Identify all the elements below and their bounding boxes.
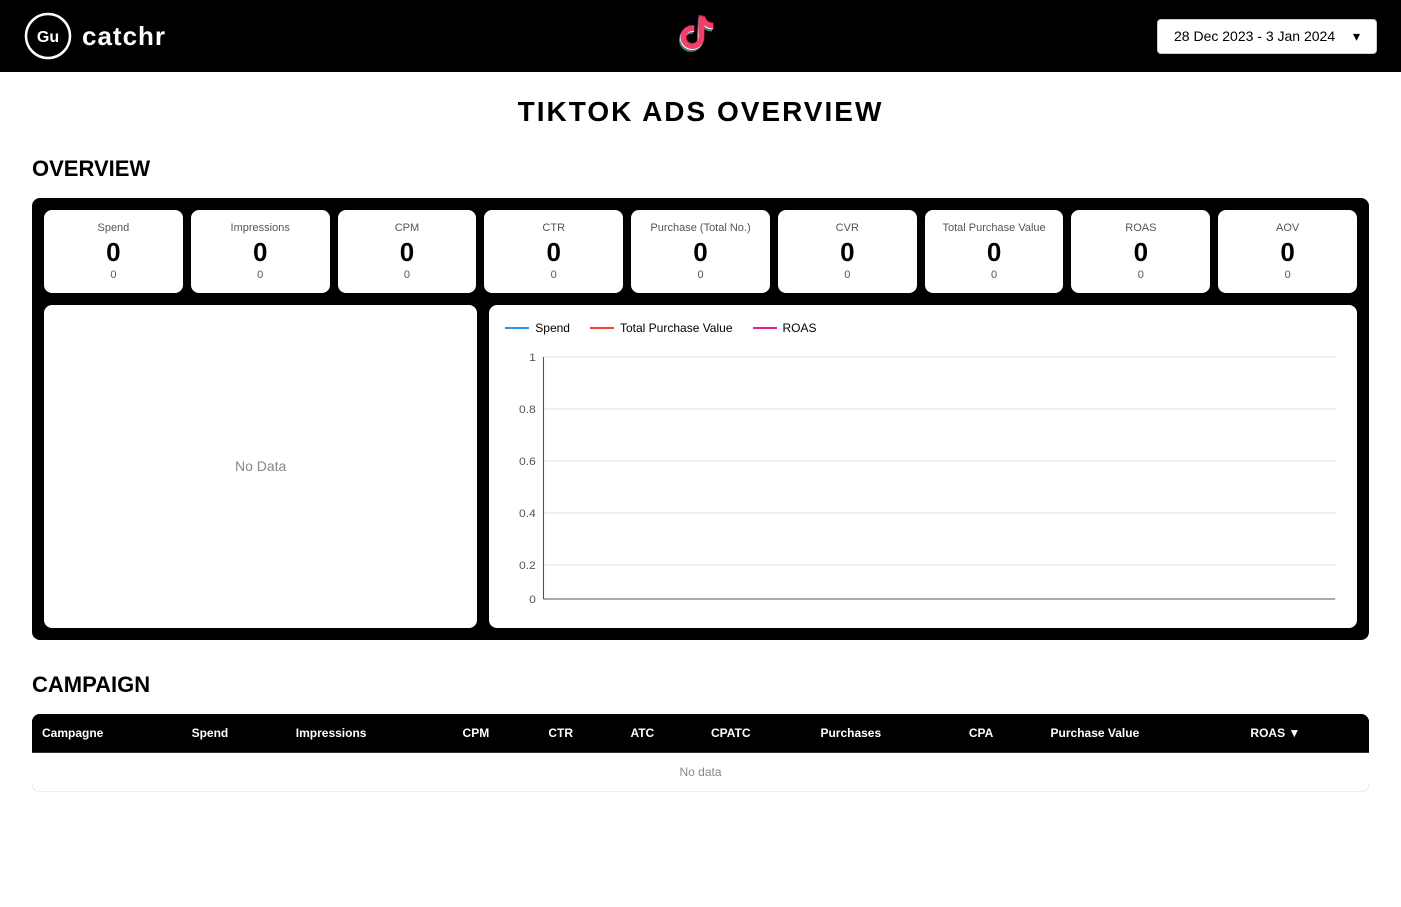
campaign-container: CampagneSpendImpressionsCPMCTRATCCPATCPu… [32, 714, 1369, 793]
legend-label: ROAS [783, 321, 817, 335]
metric-label: Total Purchase Value [943, 222, 1046, 234]
svg-text:0.4: 0.4 [519, 508, 536, 519]
svg-text:1: 1 [529, 352, 536, 363]
svg-text:Gu: Gu [37, 29, 59, 46]
metric-sub: 0 [1285, 269, 1291, 281]
metric-sub: 0 [1138, 269, 1144, 281]
svg-text:0: 0 [529, 594, 536, 605]
tiktok-logo-icon [677, 10, 725, 58]
svg-text:0.8: 0.8 [519, 404, 536, 415]
metric-value: 0 [253, 238, 267, 267]
campaign-table-body: No data [32, 753, 1369, 792]
legend-line-red [590, 327, 614, 329]
dropdown-arrow-icon: ▾ [1353, 28, 1360, 45]
col-header-ctr: CTR [538, 714, 620, 753]
legend-label: Total Purchase Value [620, 321, 733, 335]
metric-card: CPM 0 0 [338, 210, 477, 293]
metric-card: Impressions 0 0 [191, 210, 330, 293]
metric-label: ROAS [1125, 222, 1156, 234]
metric-sub: 0 [551, 269, 557, 281]
date-range-picker[interactable]: 28 Dec 2023 - 3 Jan 2024 ▾ [1157, 19, 1377, 54]
metric-label: CPM [395, 222, 419, 234]
metric-value: 0 [1280, 238, 1294, 267]
col-header-cpatc: CPATC [701, 714, 811, 753]
metric-label: Purchase (Total No.) [650, 222, 750, 234]
main-content: TIKTOK ADS OVERVIEW OVERVIEW Spend 0 0 I… [0, 72, 1401, 816]
svg-text:0.2: 0.2 [519, 560, 536, 571]
metric-sub: 0 [404, 269, 410, 281]
metric-label: Spend [97, 222, 129, 234]
chart-legend: Spend Total Purchase Value ROAS [505, 321, 1341, 335]
metric-label: Impressions [231, 222, 290, 234]
app-header: Gu catchr 28 Dec 2023 - 3 Jan 2024 ▾ [0, 0, 1401, 72]
metric-value: 0 [840, 238, 854, 267]
campaign-no-data-row: No data [32, 753, 1369, 792]
campaign-section-title: CAMPAIGN [32, 672, 1369, 698]
legend-label: Spend [535, 321, 570, 335]
metric-sub: 0 [257, 269, 263, 281]
col-header-spend: Spend [182, 714, 286, 753]
campaign-table: CampagneSpendImpressionsCPMCTRATCCPATCPu… [32, 714, 1369, 793]
metric-label: CVR [836, 222, 859, 234]
campaign-no-data-cell: No data [32, 753, 1369, 792]
overview-section-title: OVERVIEW [32, 156, 1369, 182]
metric-value: 0 [1134, 238, 1148, 267]
col-header-cpm: CPM [453, 714, 539, 753]
logo-container: Gu catchr [24, 12, 166, 60]
legend-item: Spend [505, 321, 570, 335]
col-header-roas[interactable]: ROAS ▼ [1240, 714, 1369, 753]
line-chart: 1 0.8 0.6 0.4 0.2 0 [505, 347, 1341, 607]
metric-sub: 0 [697, 269, 703, 281]
metric-label: CTR [542, 222, 565, 234]
metric-card: CVR 0 0 [778, 210, 917, 293]
metric-sub: 0 [991, 269, 997, 281]
col-header-atc: ATC [620, 714, 700, 753]
date-range-label: 28 Dec 2023 - 3 Jan 2024 [1174, 28, 1335, 44]
metric-sub: 0 [110, 269, 116, 281]
col-header-purchases: Purchases [810, 714, 958, 753]
tiktok-logo-container [677, 10, 725, 63]
metric-value: 0 [547, 238, 561, 267]
no-data-label: No Data [235, 458, 286, 474]
legend-item: ROAS [753, 321, 817, 335]
metric-card: Total Purchase Value 0 0 [925, 210, 1064, 293]
metric-card: Purchase (Total No.) 0 0 [631, 210, 770, 293]
svg-text:0.6: 0.6 [519, 456, 536, 467]
metric-card: CTR 0 0 [484, 210, 623, 293]
legend-item: Total Purchase Value [590, 321, 733, 335]
metric-value: 0 [106, 238, 120, 267]
catchr-logo-icon: Gu [24, 12, 72, 60]
page-title: TIKTOK ADS OVERVIEW [32, 96, 1369, 128]
metric-value: 0 [400, 238, 414, 267]
legend-line-blue [505, 327, 529, 329]
campaign-table-header-row: CampagneSpendImpressionsCPMCTRATCCPATCPu… [32, 714, 1369, 753]
col-header-campagne: Campagne [32, 714, 182, 753]
metric-card: AOV 0 0 [1218, 210, 1357, 293]
metric-label: AOV [1276, 222, 1299, 234]
col-header-purchase_value: Purchase Value [1041, 714, 1241, 753]
col-header-cpa: CPA [959, 714, 1041, 753]
overview-container: Spend 0 0 Impressions 0 0 CPM 0 0 CTR 0 … [32, 198, 1369, 640]
chart-left-no-data: No Data [44, 305, 477, 628]
metric-card: Spend 0 0 [44, 210, 183, 293]
metric-value: 0 [693, 238, 707, 267]
charts-row: No Data Spend Total Purchase Value ROAS … [44, 305, 1357, 628]
metrics-row: Spend 0 0 Impressions 0 0 CPM 0 0 CTR 0 … [44, 210, 1357, 293]
col-header-impressions: Impressions [286, 714, 453, 753]
legend-line-pink [753, 327, 777, 329]
chart-right: Spend Total Purchase Value ROAS 1 0.8 0.… [489, 305, 1357, 628]
campaign-table-head: CampagneSpendImpressionsCPMCTRATCCPATCPu… [32, 714, 1369, 753]
metric-sub: 0 [844, 269, 850, 281]
metric-value: 0 [987, 238, 1001, 267]
metric-card: ROAS 0 0 [1071, 210, 1210, 293]
logo-text: catchr [82, 21, 166, 52]
